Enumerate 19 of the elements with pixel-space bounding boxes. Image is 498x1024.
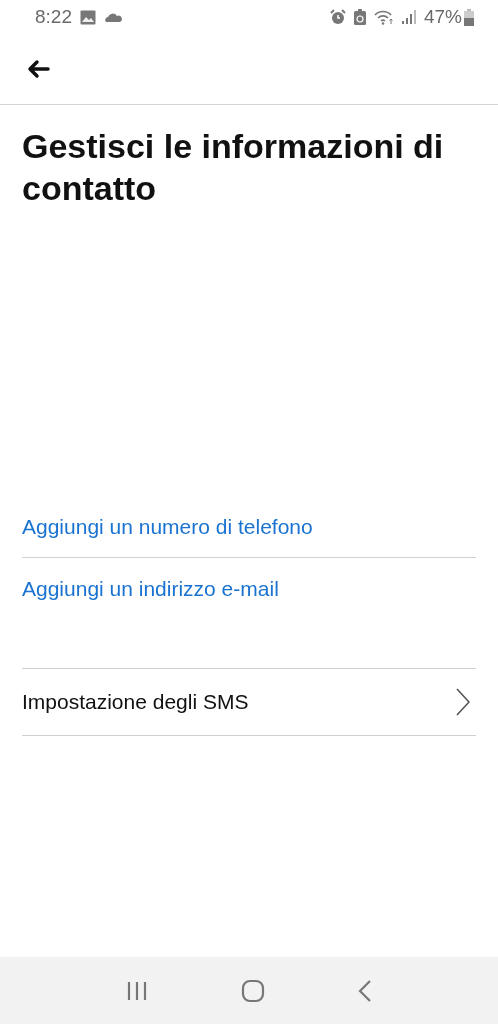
battery-icon	[464, 8, 474, 26]
cloud-icon	[104, 12, 122, 22]
alarm-icon	[329, 9, 346, 25]
add-contact-link[interactable]: Aggiungi un indirizzo e-mail	[22, 558, 476, 619]
image-icon	[80, 9, 96, 25]
battery-saver-icon	[353, 9, 366, 25]
back-button[interactable]	[26, 57, 52, 81]
home-button[interactable]	[241, 978, 265, 1003]
signal-icon	[401, 10, 416, 24]
chevron-right-icon	[456, 688, 470, 716]
page-title: Gestisci le informazioni di contatto	[22, 126, 445, 209]
recent-apps-button[interactable]	[126, 980, 149, 1001]
back-nav-button[interactable]	[357, 978, 372, 1003]
settings-row[interactable]: Impostazione degli SMS	[22, 669, 476, 735]
settings-label: Impostazione degli SMS	[22, 690, 249, 714]
wifi-icon	[373, 9, 394, 25]
add-contact-link[interactable]: Aggiungi un numero di telefono	[22, 496, 476, 558]
battery-percentage: 47%	[423, 6, 462, 28]
status-time: 8:22	[35, 6, 72, 28]
